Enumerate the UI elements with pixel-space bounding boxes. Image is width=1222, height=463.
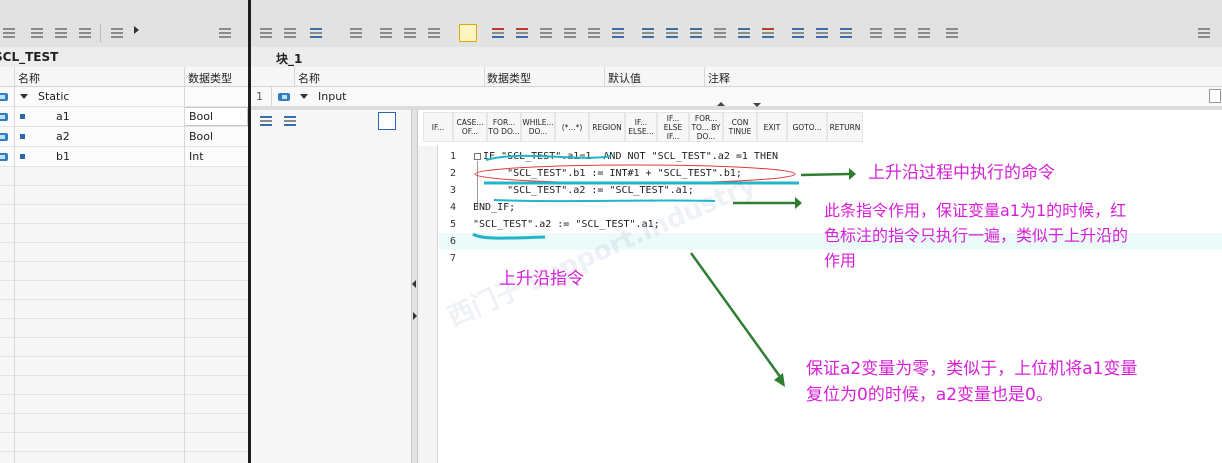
annotation-rising-edge-ins: 上升沿指令 [499, 269, 584, 289]
annotation-reset-line2: 复位为0的时候，a2变量也是0。 [806, 385, 1053, 405]
cyan-underline-mark [493, 199, 716, 203]
col-name-header[interactable]: 名称 [18, 70, 40, 86]
var-name[interactable]: a1 [56, 110, 70, 123]
glasses-icon[interactable] [110, 26, 125, 40]
red-ellipse-mark [474, 164, 796, 184]
left-toolbar [0, 0, 248, 48]
var-type[interactable]: Int [189, 150, 204, 163]
add-row-icon[interactable] [30, 26, 45, 40]
tag-icon [0, 93, 8, 101]
annotation-rising-edge-cmd: 上升沿过程中执行的命令 [868, 163, 1055, 183]
left-panel: SCL_TEST 名称 数据类型 Static a1 Bool a2 Bool … [0, 0, 248, 463]
var-name[interactable]: a2 [56, 130, 70, 143]
annotation-explain-line1: 此条指令作用，保证变量a1为1的时候，红 [824, 201, 1127, 220]
left-header: 名称 数据类型 [0, 67, 248, 87]
green-arrowhead [849, 168, 856, 180]
col-type-header[interactable]: 数据类型 [188, 70, 232, 86]
annotation-reset-line1: 保证a2变量为零，类似于，上位机将a1变量 [806, 359, 1138, 379]
table-row[interactable]: a1 Bool [0, 107, 248, 127]
tag-icon [0, 153, 8, 161]
tag-icon [0, 133, 8, 141]
right-panel: 块_1 名称 数据类型 默认值 注释 1 Input IF... CASE...… [251, 0, 1222, 463]
var-type: Bool [189, 110, 214, 123]
table-row[interactable]: a2 Bool [0, 127, 248, 147]
green-arrowhead [795, 197, 802, 209]
section-label: Static [38, 90, 70, 103]
block-title-text: SCL_TEST [0, 50, 59, 64]
tag-icon [0, 113, 8, 121]
empty-grid [0, 167, 248, 463]
collapse-icon[interactable] [20, 94, 28, 99]
annotation-explain-line2: 色标注的指令只执行一遍，类似于上升沿的 [824, 226, 1129, 245]
list-icon[interactable] [78, 26, 93, 40]
var-type[interactable]: Bool [189, 130, 213, 143]
bullet-icon [20, 154, 25, 159]
table-row[interactable]: b1 Int [0, 147, 248, 167]
panel-icon[interactable] [218, 26, 233, 40]
bullet-icon [20, 134, 25, 139]
annotation-explain-line3: 作用 [824, 251, 857, 270]
cyan-underline-mark [485, 154, 612, 161]
block-title: SCL_TEST [0, 47, 248, 68]
expand-arrow-icon[interactable] [134, 26, 139, 34]
edit-icon[interactable] [54, 26, 69, 40]
var-name[interactable]: b1 [56, 150, 70, 163]
green-arrow [800, 172, 850, 177]
cyan-underline-mark [472, 232, 546, 240]
green-arrow [689, 252, 783, 379]
static-row[interactable]: Static [0, 87, 248, 107]
bullet-icon [20, 114, 25, 119]
insert-row-icon[interactable] [2, 26, 17, 40]
